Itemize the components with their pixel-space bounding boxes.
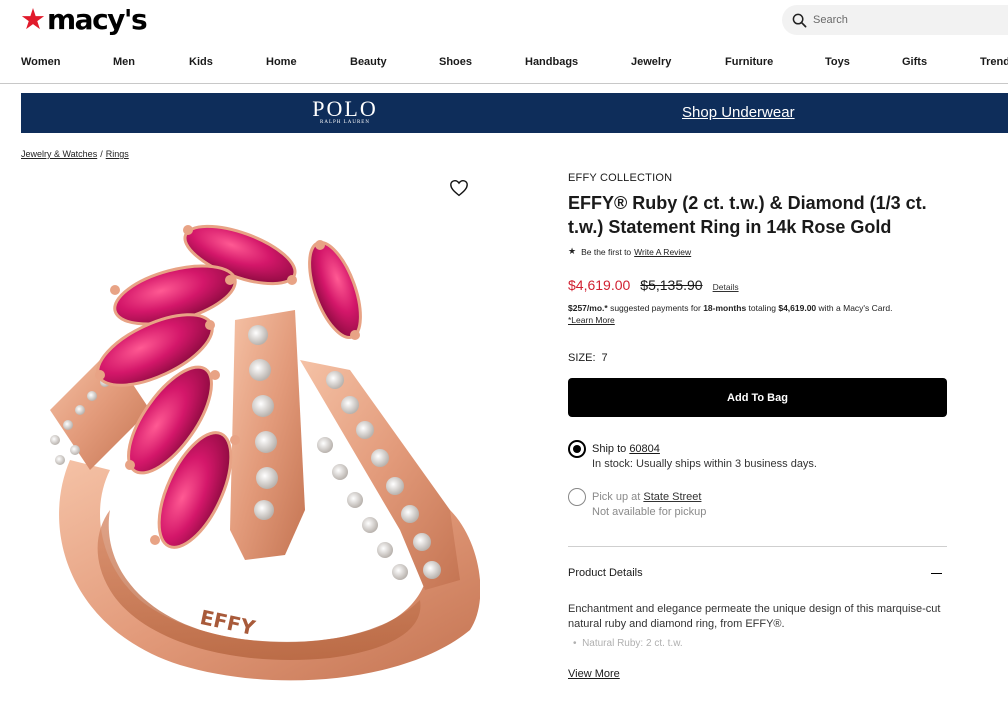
nav-item-gifts[interactable]: Gifts — [902, 56, 927, 68]
nav-item-handbags[interactable]: Handbags — [525, 56, 578, 68]
price-details-link[interactable]: Details — [713, 282, 739, 292]
breadcrumb-separator: / — [100, 149, 103, 159]
product-bullet-text: Natural Ruby: 2 ct. t.w. — [582, 638, 683, 649]
ship-radio[interactable] — [568, 440, 586, 458]
finance-text-3: with a Macy's Card. — [818, 303, 893, 313]
macys-star-icon: ★ — [20, 4, 46, 36]
size-label: SIZE: — [568, 352, 596, 364]
nav-item-kids[interactable]: Kids — [189, 56, 213, 68]
product-bullet: • Natural Ruby: 2 ct. t.w. — [573, 638, 683, 649]
collapse-minus-icon[interactable] — [931, 566, 943, 578]
star-icon: ★ — [568, 246, 577, 256]
main-nav: Women Men Kids Home Beauty Shoes Handbag… — [0, 52, 1008, 74]
logo-wordmark: macy's — [47, 3, 148, 36]
write-review-link[interactable]: Write A Review — [634, 247, 691, 257]
pickup-option[interactable]: Pick up at State Street Not available fo… — [568, 488, 706, 520]
pickup-line: Pick up at State Street — [592, 490, 706, 504]
finance-text-2: totaling — [748, 303, 776, 313]
price-block: $4,619.00 $5,135.90 Details — [568, 277, 739, 293]
view-more-link[interactable]: View More — [568, 668, 620, 680]
search-input[interactable] — [813, 14, 963, 26]
original-price: $5,135.90 — [640, 277, 703, 293]
ship-label: Ship to — [592, 443, 627, 455]
product-description: Enchantment and elegance permeate the un… — [568, 603, 941, 630]
nav-item-beauty[interactable]: Beauty — [350, 56, 387, 68]
promo-banner[interactable]: POLO RALPH LAUREN Shop Underwear — [21, 93, 1008, 133]
pickup-radio[interactable] — [568, 488, 586, 506]
product-brand[interactable]: EFFY COLLECTION — [568, 172, 672, 184]
heart-icon[interactable] — [449, 179, 469, 197]
pickup-status: Not available for pickup — [592, 506, 707, 518]
nav-item-women[interactable]: Women — [21, 56, 61, 68]
search-icon[interactable] — [792, 13, 807, 28]
ship-status: In stock: Usually ships within 3 busines… — [592, 458, 817, 470]
learn-more-link[interactable]: *Learn More — [568, 314, 948, 326]
ship-line: Ship to 60804 — [592, 442, 817, 456]
nav-item-home[interactable]: Home — [266, 56, 297, 68]
pickup-option-text: Pick up at State Street Not available fo… — [592, 488, 706, 520]
add-to-bag-button[interactable]: Add To Bag — [568, 378, 947, 417]
nav-item-furniture[interactable]: Furniture — [725, 56, 773, 68]
monthly-payment: $257/mo.* — [568, 303, 608, 313]
sale-price: $4,619.00 — [568, 277, 631, 293]
ship-zip-link[interactable]: 60804 — [629, 443, 660, 455]
nav-item-trends[interactable]: Trends — [980, 56, 1008, 68]
site-header: ★ macy's Women Men Kids Home Beauty Shoe… — [0, 0, 1008, 84]
polo-logo: POLO RALPH LAUREN — [311, 98, 379, 126]
finance-months: 18-months — [703, 303, 747, 313]
polo-logo-line1: POLO — [312, 96, 378, 121]
size-selector: SIZE: 7 — [568, 352, 608, 364]
pickup-store-link[interactable]: State Street — [643, 491, 701, 503]
product-title: EFFY® Ruby (2 ct. t.w.) & Diamond (1/3 c… — [568, 193, 927, 237]
size-value[interactable]: 7 — [602, 352, 608, 364]
search-bar[interactable] — [782, 5, 1008, 35]
product-details-heading[interactable]: Product Details — [568, 567, 643, 579]
pickup-label: Pick up at — [592, 491, 641, 503]
nav-item-men[interactable]: Men — [113, 56, 135, 68]
nav-item-shoes[interactable]: Shoes — [439, 56, 472, 68]
ship-option-text: Ship to 60804 In stock: Usually ships wi… — [592, 440, 817, 472]
finance-text-1: suggested payments for — [610, 303, 701, 313]
nav-item-toys[interactable]: Toys — [825, 56, 850, 68]
financing-message: $257/mo.* suggested payments for 18-mont… — [568, 302, 948, 326]
ship-option[interactable]: Ship to 60804 In stock: Usually ships wi… — [568, 440, 817, 472]
breadcrumb: Jewelry & Watches / Rings — [21, 149, 129, 159]
review-prefix: Be the first to — [581, 246, 632, 257]
polo-logo-line2: RALPH LAUREN — [320, 120, 370, 125]
nav-item-jewelry[interactable]: Jewelry — [631, 56, 671, 68]
product-image[interactable]: EFFY — [30, 210, 480, 690]
shop-underwear-link[interactable]: Shop Underwear — [682, 104, 795, 121]
breadcrumb-jewelry-watches[interactable]: Jewelry & Watches — [21, 149, 97, 159]
section-divider — [568, 546, 947, 547]
review-prompt: ★ Be the first to Write A Review — [568, 246, 691, 257]
finance-total: $4,619.00 — [778, 303, 817, 313]
macys-logo[interactable]: ★ macy's — [20, 3, 148, 36]
breadcrumb-rings[interactable]: Rings — [106, 149, 129, 159]
